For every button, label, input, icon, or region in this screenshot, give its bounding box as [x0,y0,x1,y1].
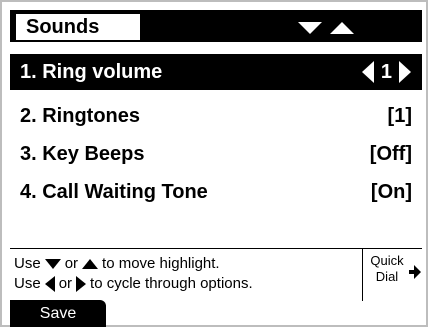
menu-item-label: 3. Key Beeps [20,142,145,165]
menu-item-key-beeps[interactable]: 3. Key Beeps [Off] [10,136,422,172]
help-text-part: or [58,275,73,292]
menu-item-label: 4. Call Waiting Tone [20,180,208,203]
quick-dial-label-line2: Dial [375,269,399,284]
arrow-up-icon [82,259,99,269]
quick-dial-label: Quick Dial [367,253,407,285]
help-text: Use or to move highlight. Use or to cycl… [14,254,360,294]
help-panel: Use or to move highlight. Use or to cycl… [10,248,422,301]
menu-item-value: [Off] [369,142,412,165]
quick-dial-label-line1: Quick [370,253,404,268]
menu-item-call-waiting-tone[interactable]: 4. Call Waiting Tone [On] [10,174,422,210]
help-line-2: Use or to cycle through options. [14,274,360,294]
phone-screen: Sounds 1. Ring volume 1 2. Ringtones [1]… [0,0,428,327]
help-text-part: to cycle through options. [90,275,253,292]
arrow-down-icon [298,22,322,34]
ring-volume-value: 1 [380,61,392,83]
quick-dial-key[interactable]: Quick Dial [362,249,422,301]
menu-item-label: 1. Ring volume [20,60,163,83]
help-text-part: Use [14,255,41,272]
help-line-1: Use or to move highlight. [14,254,360,274]
menu-item-ringtones[interactable]: 2. Ringtones [1] [10,98,422,134]
arrow-right-icon[interactable] [398,60,412,84]
ring-volume-selector[interactable]: 1 [361,60,412,84]
menu-item-value: [1] [387,104,412,127]
menu-item-value: [On] [370,180,412,203]
arrow-left-icon [44,276,55,292]
arrow-left-icon[interactable] [361,60,375,84]
help-text-part: Use [14,275,41,292]
help-text-part: or [64,255,79,272]
arrow-down-icon [44,259,61,269]
arrow-right-icon [409,265,421,279]
page-title: Sounds [16,14,140,40]
menu-item-ring-volume[interactable]: 1. Ring volume 1 [10,54,422,90]
title-bar: Sounds [10,10,422,42]
menu-item-label: 2. Ringtones [20,104,141,127]
arrow-up-icon [330,22,354,34]
help-text-part: to move highlight. [102,255,220,272]
scroll-arrows [298,22,354,34]
save-button[interactable]: Save [10,300,106,327]
arrow-right-icon [76,276,87,292]
